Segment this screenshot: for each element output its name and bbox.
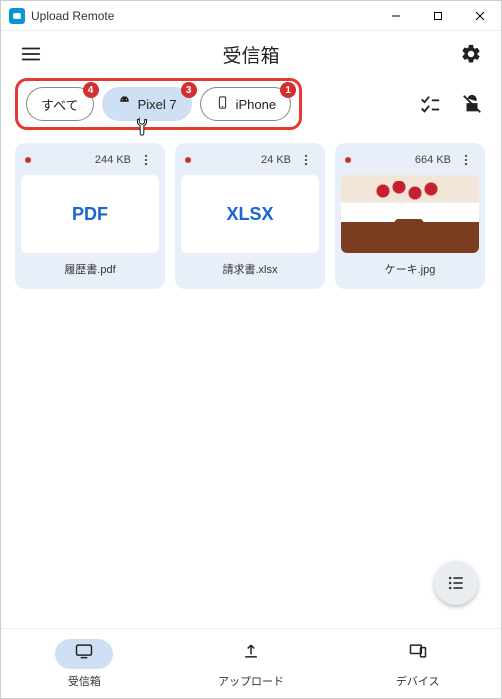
devices-icon — [408, 641, 428, 666]
lock-off-button[interactable] — [461, 93, 483, 115]
unread-dot-icon — [25, 157, 31, 163]
nav-label: デバイス — [396, 673, 440, 689]
content-area: 244 KB PDF 履歴書.pdf 24 KB XLSX 請求書.xlsx 6… — [1, 131, 501, 628]
android-icon — [117, 95, 132, 113]
filter-highlight-box: すべて 4 Pixel 7 3 iPhone 1 — [15, 78, 302, 130]
window-controls — [375, 1, 501, 31]
file-card[interactable]: 664 KB ケーキ.jpg — [335, 143, 485, 289]
settings-button[interactable] — [455, 38, 487, 70]
chip-label: すべて — [41, 95, 79, 114]
filter-row: すべて 4 Pixel 7 3 iPhone 1 — [1, 77, 501, 131]
nav-upload[interactable]: アップロード — [168, 629, 335, 698]
unread-dot-icon — [345, 157, 351, 163]
file-name: ケーキ.jpg — [341, 261, 479, 279]
chip-label: iPhone — [236, 97, 276, 112]
page-title: 受信箱 — [47, 41, 455, 68]
app-bar: 受信箱 — [1, 31, 501, 77]
app-icon — [9, 8, 25, 24]
upload-icon — [241, 641, 261, 666]
file-card[interactable]: 244 KB PDF 履歴書.pdf — [15, 143, 165, 289]
filter-chip-pixel7[interactable]: Pixel 7 3 — [102, 87, 192, 121]
file-name: 履歴書.pdf — [21, 261, 159, 279]
more-button[interactable] — [457, 153, 475, 167]
nav-label: 受信箱 — [68, 673, 101, 689]
file-thumbnail: PDF — [21, 175, 159, 253]
file-thumbnail: XLSX — [181, 175, 319, 253]
filter-chip-all[interactable]: すべて 4 — [26, 87, 94, 121]
minimize-button[interactable] — [375, 1, 417, 31]
toolbar-icons — [419, 93, 487, 115]
file-thumbnail — [341, 175, 479, 253]
menu-button[interactable] — [15, 38, 47, 70]
inbox-icon — [74, 641, 94, 666]
maximize-button[interactable] — [417, 1, 459, 31]
chip-badge: 4 — [83, 82, 99, 98]
select-all-button[interactable] — [419, 93, 441, 115]
bottom-nav: 受信箱 アップロード デバイス — [1, 628, 501, 698]
filter-chip-iphone[interactable]: iPhone 1 — [200, 87, 291, 121]
window-titlebar: Upload Remote — [1, 1, 501, 31]
more-button[interactable] — [297, 153, 315, 167]
phone-icon — [215, 95, 230, 113]
chip-badge: 1 — [280, 82, 296, 98]
list-view-fab[interactable] — [434, 561, 478, 605]
file-name: 請求書.xlsx — [181, 261, 319, 279]
file-grid: 244 KB PDF 履歴書.pdf 24 KB XLSX 請求書.xlsx 6… — [15, 143, 487, 289]
image-preview — [341, 175, 479, 253]
file-size: 244 KB — [95, 154, 131, 166]
nav-devices[interactable]: デバイス — [334, 629, 501, 698]
more-button[interactable] — [137, 153, 155, 167]
file-size: 664 KB — [415, 154, 451, 166]
file-card[interactable]: 24 KB XLSX 請求書.xlsx — [175, 143, 325, 289]
chip-label: Pixel 7 — [138, 97, 177, 112]
close-button[interactable] — [459, 1, 501, 31]
window-title: Upload Remote — [31, 9, 114, 23]
nav-label: アップロード — [218, 673, 284, 689]
chip-badge: 3 — [181, 82, 197, 98]
nav-inbox[interactable]: 受信箱 — [1, 629, 168, 698]
unread-dot-icon — [185, 157, 191, 163]
file-size: 24 KB — [261, 154, 291, 166]
